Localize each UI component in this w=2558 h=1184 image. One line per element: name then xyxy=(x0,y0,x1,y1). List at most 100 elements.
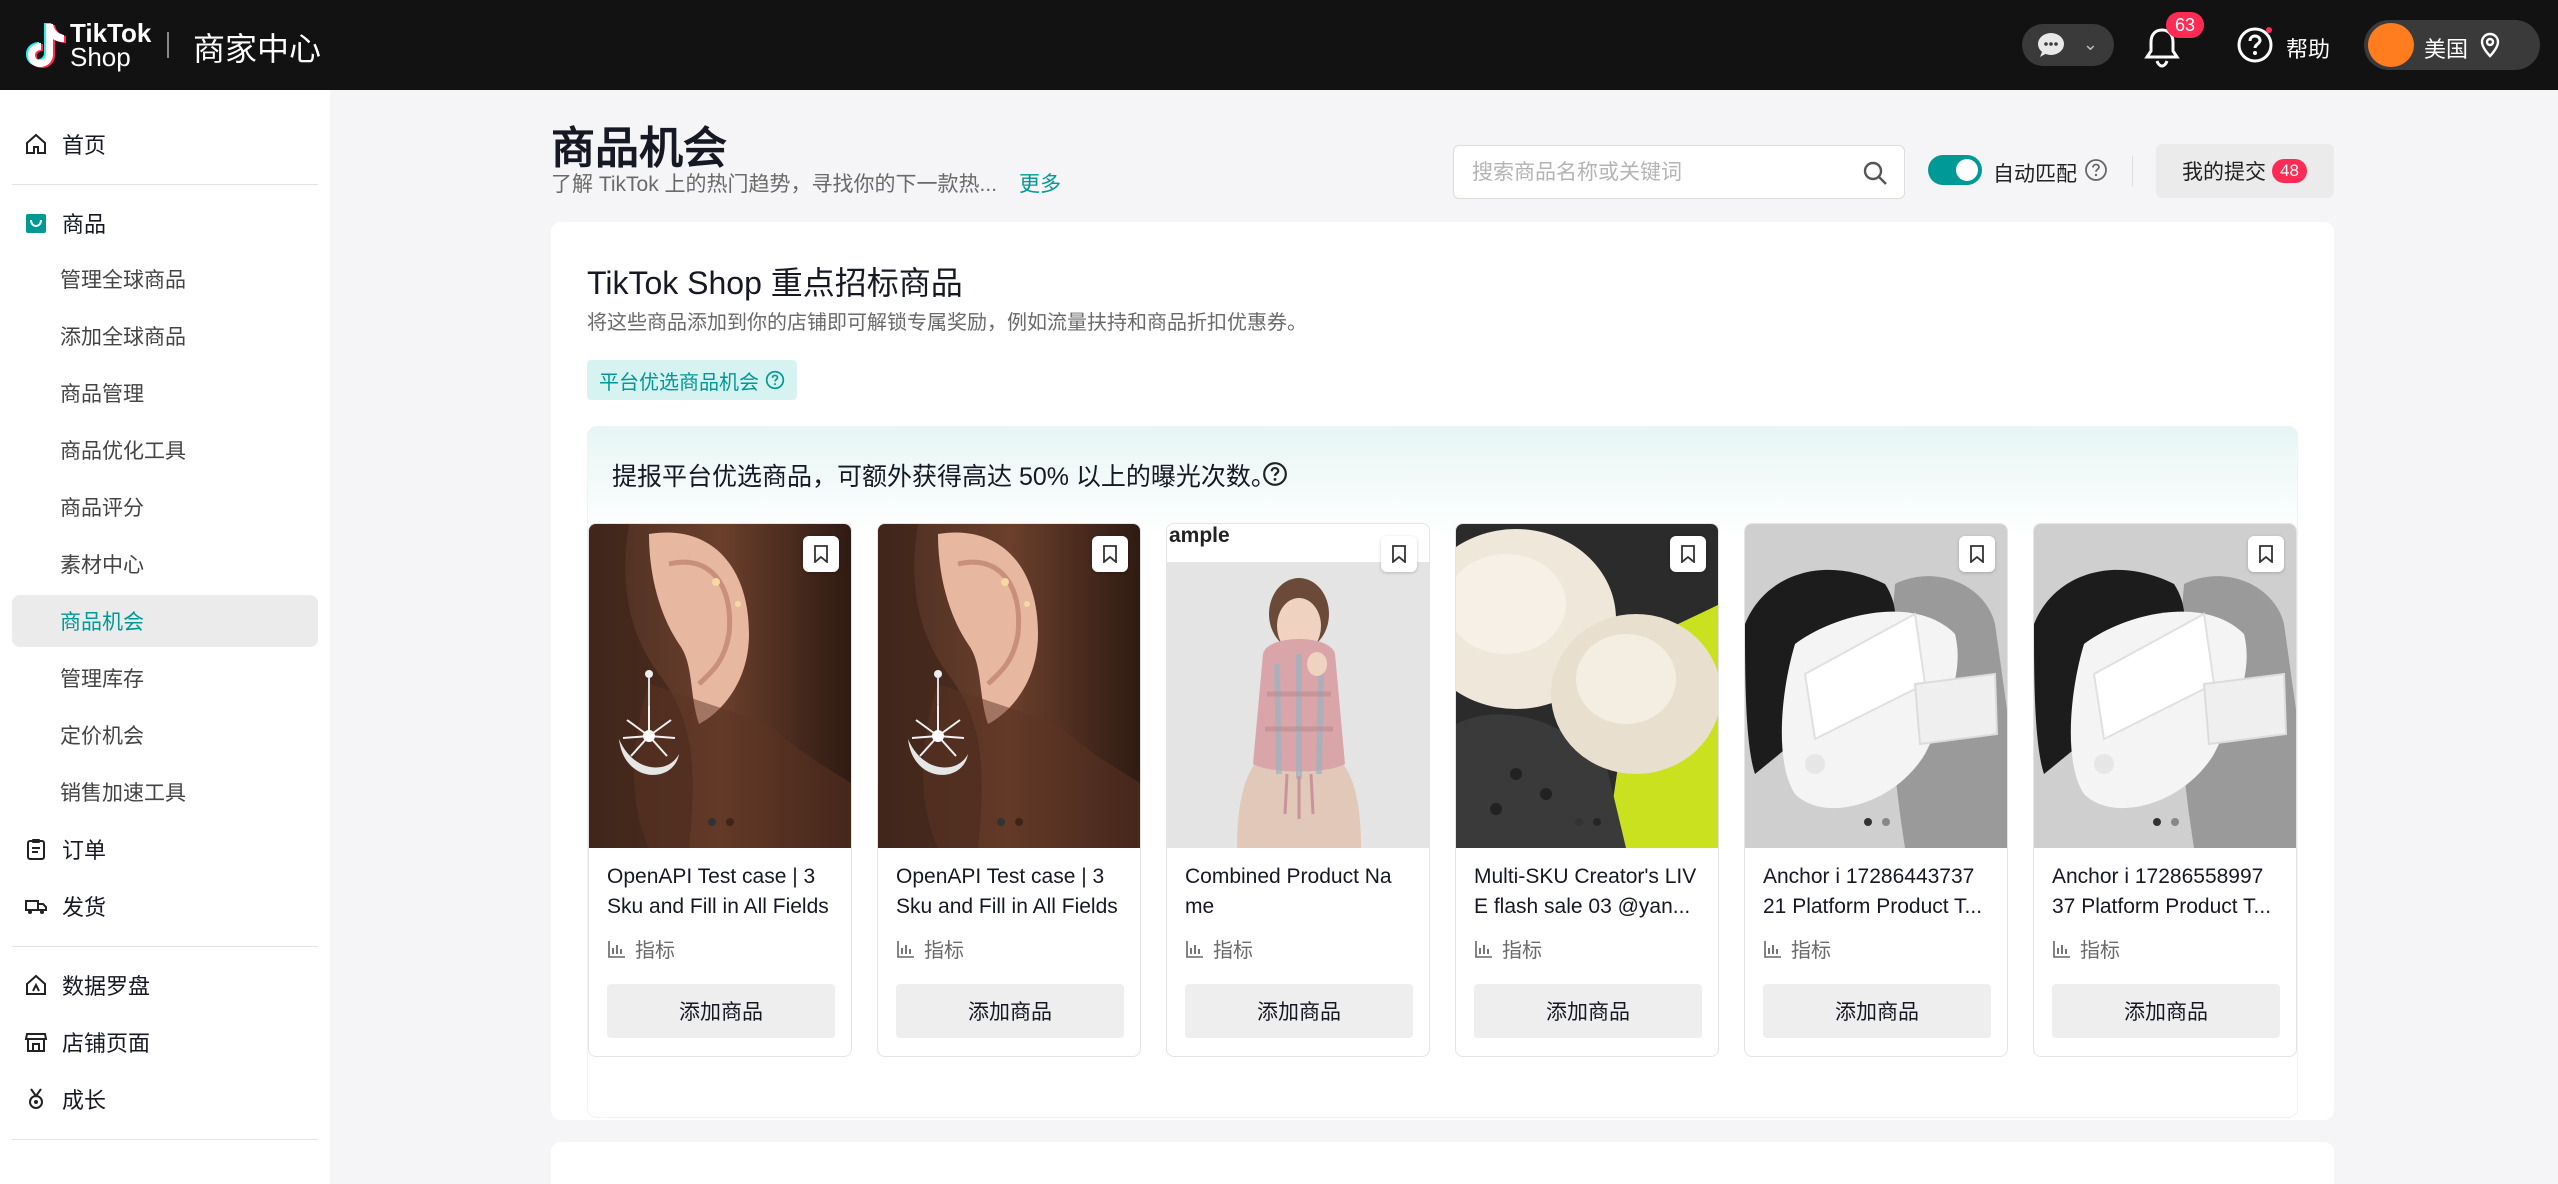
add-product-button[interactable]: 添加商品 xyxy=(1763,984,1991,1038)
sidebar-item-add-global-products[interactable]: 添加全球商品 xyxy=(12,310,318,362)
search-field[interactable] xyxy=(1453,145,1905,199)
metrics-link[interactable]: 指标 xyxy=(1763,934,1831,963)
metrics-link[interactable]: 指标 xyxy=(896,934,964,963)
add-product-button[interactable]: 添加商品 xyxy=(1185,984,1413,1038)
sidebar-item-orders[interactable]: 订单 xyxy=(12,823,318,875)
carousel-dots[interactable] xyxy=(2034,818,2296,826)
sidebar-item-product-optimization[interactable]: 商品优化工具 xyxy=(12,424,318,476)
notifications-button[interactable]: 63 xyxy=(2142,12,2205,68)
clipboard-icon xyxy=(27,839,45,860)
carousel-dot[interactable] xyxy=(2171,818,2179,826)
bar-chart-icon xyxy=(1186,940,1203,958)
bookmark-button[interactable] xyxy=(1092,536,1128,572)
tiktok-shop-logo[interactable]: TikTok Shop xyxy=(22,20,151,70)
carousel-dot[interactable] xyxy=(708,818,716,826)
search-icon[interactable] xyxy=(1862,160,1888,186)
sidebar-item-shipping[interactable]: 发货 xyxy=(12,880,318,932)
bookmark-icon xyxy=(814,545,828,563)
add-product-button[interactable]: 添加商品 xyxy=(607,984,835,1038)
sidebar-item-manage-inventory[interactable]: 管理库存 xyxy=(12,652,318,704)
carousel-dot[interactable] xyxy=(1864,818,1872,826)
product-card[interactable]: Anchor i 17286558997 37 Platform Product… xyxy=(2033,523,2297,1057)
metrics-link[interactable]: 指标 xyxy=(2052,934,2120,963)
bookmark-icon xyxy=(2259,545,2273,563)
product-card[interactable]: OpenAPI Test case | 3 Sku and Fill in Al… xyxy=(877,523,1141,1057)
search-input[interactable] xyxy=(1472,158,1832,188)
platform-picks-tag[interactable]: 平台优选商品机会 xyxy=(587,360,797,400)
carousel-dots[interactable] xyxy=(589,818,851,826)
bookmark-button[interactable] xyxy=(1959,536,1995,572)
earring-image xyxy=(878,524,1140,848)
sidebar-item-manage-global-products[interactable]: 管理全球商品 xyxy=(12,253,318,305)
bookmark-button[interactable] xyxy=(2248,536,2284,572)
messages-button[interactable]: ⌄ xyxy=(2022,24,2114,66)
promo-text: 提报平台优选商品，可额外获得高达 50% 以上的曝光次数。 xyxy=(612,463,1276,491)
sidebar-label-growth: 成长 xyxy=(62,1088,107,1113)
carousel-dot[interactable] xyxy=(726,818,734,826)
platform-picks-label: 平台优选商品机会 xyxy=(599,371,759,394)
bookmark-button[interactable] xyxy=(803,536,839,572)
sidebar-item-product-rating[interactable]: 商品评分 xyxy=(12,481,318,533)
panel-title: TikTok Shop 重点招标商品 xyxy=(587,265,963,301)
bookmark-button[interactable] xyxy=(1670,536,1706,572)
sidebar-item-products[interactable]: 商品 xyxy=(12,197,318,249)
add-product-button[interactable]: 添加商品 xyxy=(1474,984,1702,1038)
product-name: Multi-SKU Creator's LIV E flash sale 03 … xyxy=(1474,865,1697,918)
sidebar-item-asset-center[interactable]: 素材中心 xyxy=(12,538,318,590)
sidebar-item-home[interactable]: 首页 xyxy=(12,118,318,170)
sidebar-label-home: 首页 xyxy=(62,133,107,158)
sidebar-divider xyxy=(12,184,318,185)
sidebar-item-growth[interactable]: 成长 xyxy=(12,1073,318,1125)
carousel-dot[interactable] xyxy=(2153,818,2161,826)
metrics-link[interactable]: 指标 xyxy=(607,934,675,963)
logo-line2: Shop xyxy=(70,42,131,72)
carousel-dot[interactable] xyxy=(1882,818,1890,826)
sidebar-item-sales-accelerator[interactable]: 销售加速工具 xyxy=(12,766,318,818)
submissions-count-badge: 48 xyxy=(2272,159,2307,183)
logo-divider xyxy=(167,32,169,58)
account-region-button[interactable]: 美国 xyxy=(2364,20,2540,70)
add-product-button[interactable]: 添加商品 xyxy=(2052,984,2280,1038)
product-name: Combined Product Na me xyxy=(1185,865,1392,918)
bookmark-icon xyxy=(1392,545,1406,563)
carousel-dot[interactable] xyxy=(1593,818,1601,826)
sidebar-item-product-opportunities[interactable]: 商品机会 xyxy=(12,595,318,647)
carousel-dots[interactable] xyxy=(1456,818,1718,826)
auto-match-toggle[interactable] xyxy=(1928,155,1982,185)
fur-clog-image xyxy=(1456,524,1718,848)
metrics-label: 指标 xyxy=(635,940,675,962)
info-question-icon[interactable] xyxy=(1262,461,1288,487)
sidebar-label-products: 商品 xyxy=(62,212,107,237)
help-label[interactable]: 帮助 xyxy=(2286,32,2330,64)
region-label: 美国 xyxy=(2424,37,2469,62)
product-name: OpenAPI Test case | 3 Sku and Fill in Al… xyxy=(607,865,829,918)
bookmark-button[interactable] xyxy=(1381,536,1417,572)
product-card[interactable]: Multi-SKU Creator's LIV E flash sale 03 … xyxy=(1455,523,1719,1057)
storefront-icon xyxy=(24,1033,48,1052)
carousel-dot[interactable] xyxy=(1015,818,1023,826)
bar-chart-icon xyxy=(1764,940,1781,958)
more-link[interactable]: 更多 xyxy=(1019,168,1061,198)
product-card[interactable]: OpenAPI Test case | 3 Sku and Fill in Al… xyxy=(588,523,852,1057)
earring-image xyxy=(589,524,851,848)
sidebar-item-data-compass[interactable]: 数据罗盘 xyxy=(12,959,318,1011)
product-card[interactable]: ample Combined Product Na me 指标 添加商品 xyxy=(1166,523,1430,1057)
help-question-icon[interactable] xyxy=(2236,26,2274,64)
sidebar-label-shipping: 发货 xyxy=(62,895,107,920)
add-product-button[interactable]: 添加商品 xyxy=(896,984,1124,1038)
medal-icon xyxy=(29,1088,43,1109)
carousel-dot[interactable] xyxy=(997,818,1005,826)
sidebar-item-product-management[interactable]: 商品管理 xyxy=(12,367,318,419)
carousel-dots[interactable] xyxy=(1745,818,2007,826)
sidebar-item-shop-page[interactable]: 店铺页面 xyxy=(12,1016,318,1068)
sidebar-item-pricing-opportunities[interactable]: 定价机会 xyxy=(12,709,318,761)
metrics-link[interactable]: 指标 xyxy=(1474,934,1542,963)
product-card[interactable]: Anchor i 17286443737 21 Platform Product… xyxy=(1744,523,2008,1057)
carousel-dot[interactable] xyxy=(1575,818,1583,826)
metrics-link[interactable]: 指标 xyxy=(1185,934,1253,963)
my-submissions-button[interactable]: 我的提交 48 xyxy=(2156,144,2334,198)
my-submissions-label: 我的提交 xyxy=(2182,161,2266,184)
info-question-icon[interactable] xyxy=(2084,158,2108,182)
carousel-dots[interactable] xyxy=(878,818,1140,826)
socks-image xyxy=(1745,524,2007,848)
